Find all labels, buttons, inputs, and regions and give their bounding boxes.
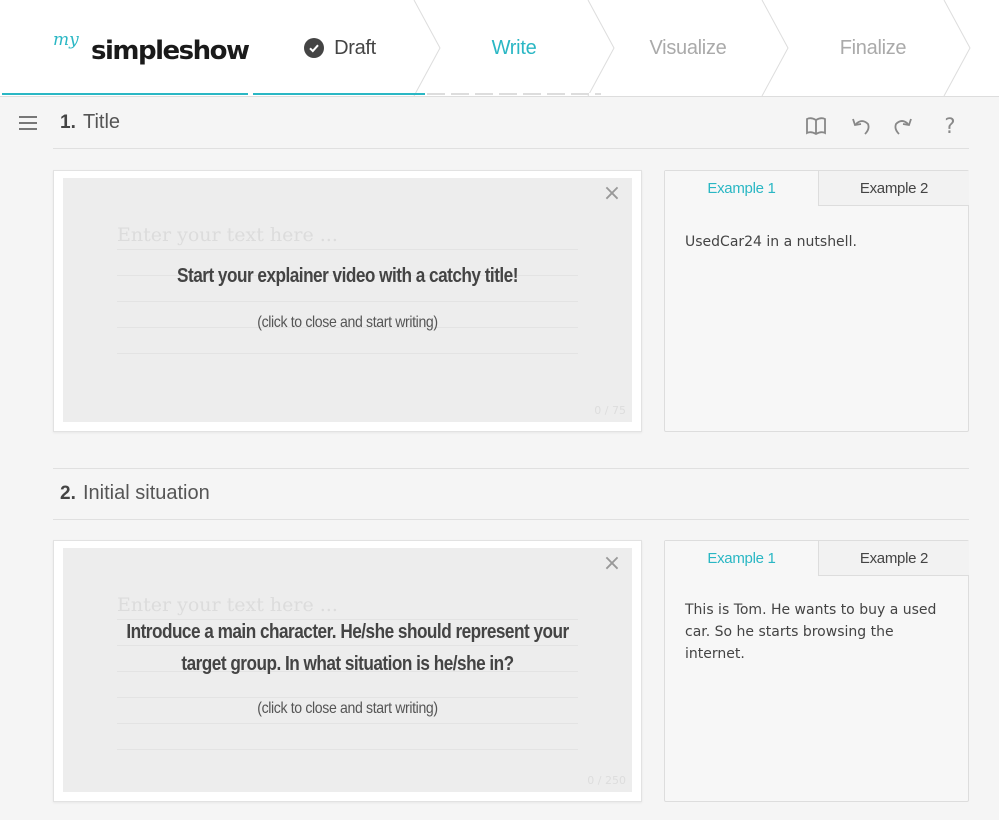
section-header-title: 1. Title — [53, 97, 969, 149]
editor-overlay[interactable]: Enter your text here ... × Start your ex… — [63, 178, 632, 422]
chevron-right-icon — [943, 0, 971, 96]
progress-bar-current — [427, 93, 601, 95]
editor-overlay[interactable]: Enter your text here ... × Introduce a m… — [63, 548, 632, 792]
overlay-hint-sub: (click to close and start writing) — [257, 700, 438, 717]
example-card-initial-situation: Example 1 Example 2 This is Tom. He want… — [664, 540, 969, 802]
tab-example-1[interactable]: Example 1 — [665, 541, 818, 575]
overlay-hint-title: Start your explainer video with a catchy… — [177, 265, 518, 287]
step-finalize-label: Finalize — [839, 36, 907, 59]
step-visualize-label: Visualize — [649, 36, 727, 59]
logo-underline — [2, 93, 248, 95]
overlay-hint-title-line-2: target group. In what situation is he/sh… — [181, 653, 514, 675]
editor-card-initial-situation[interactable]: Enter your text here ... × Introduce a m… — [53, 540, 642, 802]
section-title: Title — [83, 111, 121, 133]
example-text: UsedCar24 in a nutshell. — [685, 234, 857, 250]
book-icon[interactable] — [803, 113, 829, 139]
example-tabs: Example 1 Example 2 — [665, 171, 969, 206]
logo[interactable]: my simpleshow — [53, 30, 250, 70]
tab-example-1[interactable]: Example 1 — [665, 171, 818, 205]
check-icon — [304, 38, 325, 58]
editor-card-title[interactable]: Enter your text here ... × Start your ex… — [53, 170, 642, 432]
overlay-hint-sub: (click to close and start writing) — [257, 314, 438, 331]
example-text: This is Tom. He wants to buy a used car.… — [685, 602, 937, 662]
step-write[interactable]: Write — [427, 0, 615, 96]
tab-example-2[interactable]: Example 2 — [818, 171, 969, 206]
char-counter: 0 / 250 — [587, 774, 626, 787]
undo-icon[interactable] — [848, 113, 874, 139]
logo-brand: simpleshow — [91, 36, 250, 66]
section-number: 1. — [60, 112, 76, 133]
step-draft[interactable]: Draft — [253, 0, 441, 96]
progress-bar-done — [253, 93, 425, 95]
overlay-hint-title-line-1: Introduce a main character. He/she shoul… — [126, 621, 569, 643]
help-label: ? — [944, 114, 956, 138]
section-number: 2. — [60, 483, 76, 504]
step-visualize[interactable]: Visualize — [601, 0, 789, 96]
step-finalize[interactable]: Finalize — [775, 0, 971, 96]
close-icon[interactable]: × — [602, 553, 622, 575]
example-tabs: Example 1 Example 2 — [665, 541, 969, 576]
section-header-initial-situation: 2. Initial situation — [53, 468, 969, 520]
menu-icon[interactable] — [19, 116, 37, 130]
step-draft-label: Draft — [334, 36, 376, 59]
example-card-title: Example 1 Example 2 UsedCar24 in a nutsh… — [664, 170, 969, 432]
section-title: Initial situation — [83, 482, 210, 504]
app-header: my simpleshow Draft Write Visualize Fina… — [0, 0, 999, 97]
step-write-label: Write — [491, 36, 537, 59]
logo-prefix: my — [53, 30, 79, 50]
char-counter: 0 / 75 — [594, 404, 626, 417]
redo-icon[interactable] — [890, 113, 916, 139]
close-icon[interactable]: × — [602, 183, 622, 205]
tab-example-2[interactable]: Example 2 — [818, 541, 969, 576]
help-icon[interactable]: ? — [937, 113, 963, 139]
